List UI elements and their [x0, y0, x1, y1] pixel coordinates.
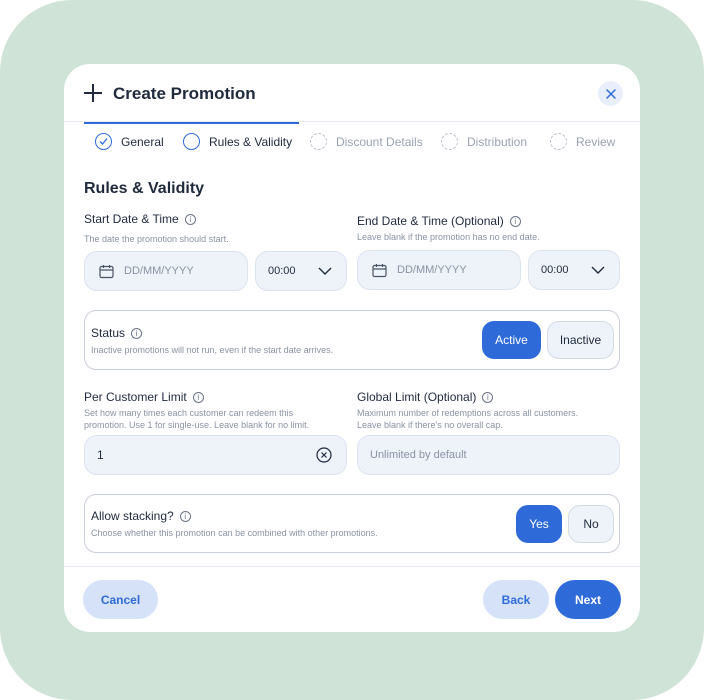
calendar-icon [99, 264, 114, 278]
modal-title: Create Promotion [113, 84, 256, 103]
step-label: Distribution [467, 134, 528, 149]
hint-line: promotion. Use 1 for single-use. Leave b… [84, 420, 310, 430]
global-limit-label-text: Global Limit (Optional) [357, 390, 477, 404]
next-button[interactable]: Next [555, 580, 621, 619]
start-date-placeholder: DD/MM/YYYY [124, 265, 194, 277]
per-customer-limit-label-text: Per Customer Limit [84, 390, 187, 404]
info-icon[interactable]: i [482, 391, 494, 403]
step-label: General [121, 134, 164, 149]
step-circle-icon [310, 133, 327, 150]
yes-button[interactable]: Yes [516, 505, 562, 543]
create-promotion-modal: Create Promotion General Rules & Validit… [64, 64, 640, 632]
section-title: Rules & Validity [84, 180, 205, 197]
global-limit-hint: Maximum number of redemptions across all… [357, 407, 578, 431]
start-date-input[interactable]: DD/MM/YYYY [84, 251, 248, 291]
calendar-icon [372, 263, 387, 277]
hint-line: Maximum number of redemptions across all… [357, 408, 579, 418]
end-time-select[interactable]: 00:00 [528, 250, 620, 290]
status-label-text: Status [91, 326, 126, 340]
start-date-label: Start Date & Time i [84, 212, 196, 226]
per-customer-limit-label: Per Customer Limit i [84, 390, 204, 404]
step-general[interactable]: General [95, 133, 164, 150]
info-icon[interactable]: i [131, 327, 143, 339]
start-date-hint: The date the promotion should start. [84, 234, 229, 244]
end-date-label-text: End Date & Time (Optional) [357, 214, 504, 228]
info-icon[interactable]: i [179, 510, 191, 522]
info-icon[interactable]: i [184, 213, 196, 225]
inactive-button[interactable]: Inactive [547, 321, 614, 359]
step-circle-icon [183, 133, 200, 150]
back-button[interactable]: Back [483, 580, 549, 619]
stacking-hint: Choose whether this promotion can be com… [91, 528, 378, 538]
end-date-input[interactable]: DD/MM/YYYY [357, 250, 521, 290]
stacking-label: Allow stacking? i [91, 509, 191, 523]
step-circle-icon [550, 133, 567, 150]
close-icon [605, 88, 616, 99]
modal-footer: Cancel Back Next [64, 566, 640, 632]
step-rules-validity[interactable]: Rules & Validity [183, 133, 292, 150]
check-icon [95, 133, 112, 150]
step-distribution[interactable]: Distribution [441, 133, 527, 150]
start-date-label-text: Start Date & Time [84, 212, 179, 226]
hint-line: Set how many times each customer can red… [84, 408, 294, 418]
step-circle-icon [441, 133, 458, 150]
chevron-down-icon [591, 266, 605, 274]
step-discount-details[interactable]: Discount Details [310, 133, 423, 150]
global-limit-placeholder: Unlimited by default [370, 449, 467, 461]
per-customer-limit-value: 1 [97, 448, 104, 462]
start-time-select[interactable]: 00:00 [255, 251, 347, 291]
step-label: Review [576, 134, 616, 149]
plus-icon [84, 84, 102, 102]
hint-line: Leave blank if there's no overall cap. [357, 420, 503, 430]
status-card: Status i Inactive promotions will not ru… [84, 310, 620, 370]
chevron-down-icon [318, 267, 332, 275]
end-date-placeholder: DD/MM/YYYY [397, 264, 467, 276]
cancel-button[interactable]: Cancel [83, 580, 158, 619]
step-label: Discount Details [336, 134, 423, 149]
step-review[interactable]: Review [550, 133, 615, 150]
info-icon[interactable]: i [192, 391, 204, 403]
no-button[interactable]: No [568, 505, 614, 543]
clear-icon[interactable] [316, 447, 332, 463]
status-hint: Inactive promotions will not run, even i… [91, 345, 334, 355]
global-limit-label: Global Limit (Optional) i [357, 390, 494, 404]
global-limit-input[interactable]: Unlimited by default [357, 435, 620, 475]
end-date-hint: Leave blank if the promotion has no end … [357, 232, 540, 242]
per-customer-limit-hint: Set how many times each customer can red… [84, 407, 309, 431]
modal-header: Create Promotion [64, 64, 640, 122]
per-customer-limit-input[interactable]: 1 [84, 435, 347, 475]
end-date-label: End Date & Time (Optional) i [357, 214, 521, 228]
status-label: Status i [91, 326, 143, 340]
stepper: General Rules & Validity Discount Detail… [64, 122, 640, 162]
close-button[interactable] [598, 81, 623, 106]
active-button[interactable]: Active [482, 321, 541, 359]
info-icon[interactable]: i [509, 215, 521, 227]
stacking-label-text: Allow stacking? [91, 509, 174, 523]
step-label: Rules & Validity [209, 134, 293, 149]
stacking-card: Allow stacking? i Choose whether this pr… [84, 494, 620, 553]
start-time-value: 00:00 [268, 265, 296, 277]
end-time-value: 00:00 [541, 264, 569, 276]
